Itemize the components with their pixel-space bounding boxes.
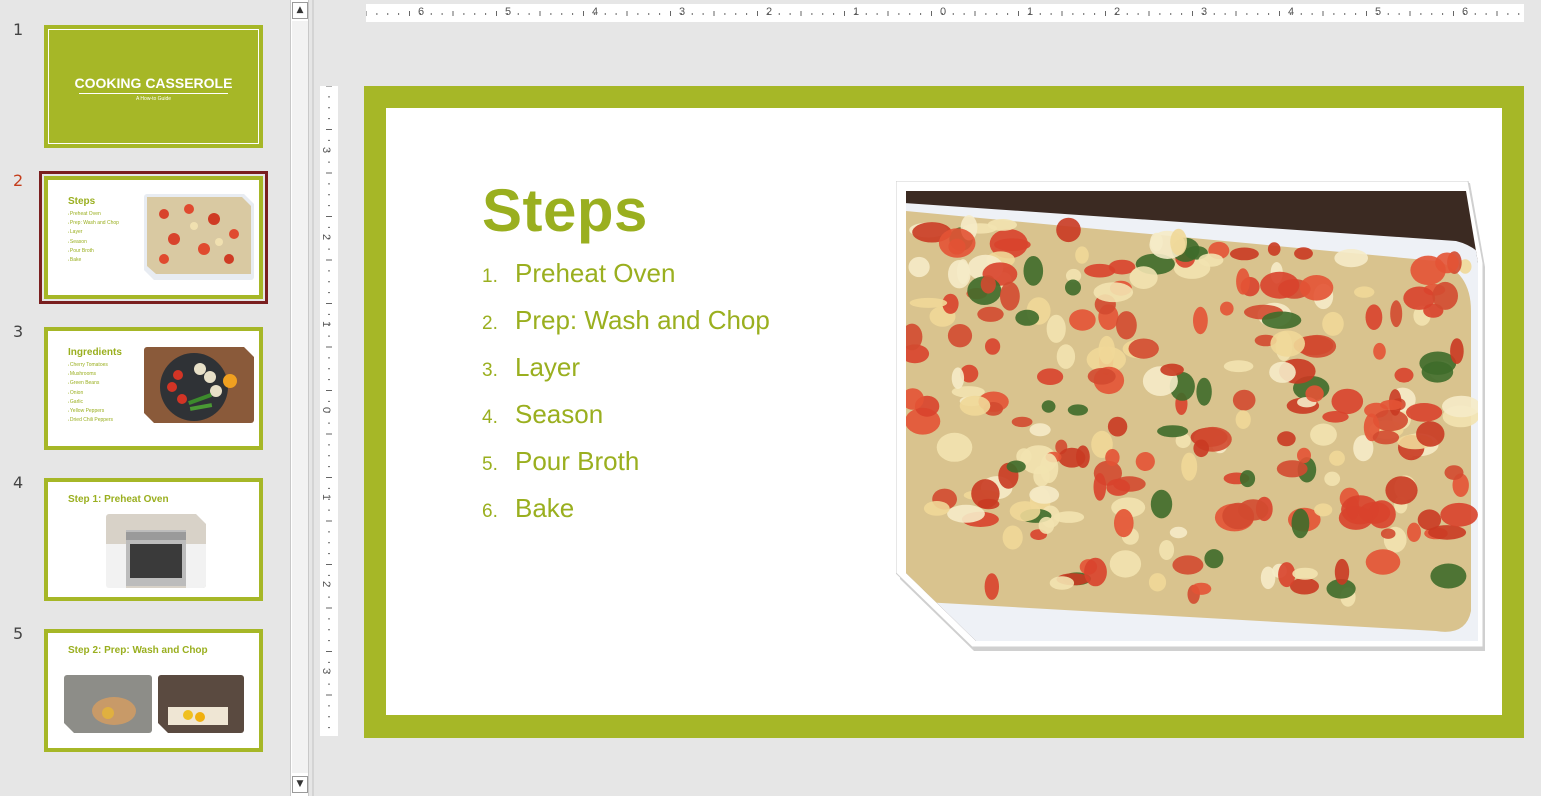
slide-number-1: 1 xyxy=(13,20,24,39)
slide-thumbnail-4[interactable]: Step 1: Preheat Oven xyxy=(44,478,263,601)
list-item: 1. Preheat Oven xyxy=(482,258,770,305)
list-item: Onion xyxy=(68,389,113,398)
list-number: 1. xyxy=(482,266,498,287)
list-number: 4. xyxy=(482,407,498,428)
list-number: 5. xyxy=(482,454,498,475)
list-item: Dried Chili Peppers xyxy=(68,416,113,425)
list-text: Pour Broth xyxy=(515,446,640,476)
list-item: 5. Pour Broth xyxy=(482,446,770,493)
list-item: Season xyxy=(68,238,119,247)
slide-thumbnail-5[interactable]: Step 2: Prep: Wash and Chop xyxy=(44,629,263,752)
scroll-down-button[interactable]: ▼ xyxy=(292,776,308,793)
ruler-label: 1 xyxy=(320,493,333,501)
ruler-label: 3 xyxy=(320,667,333,675)
steps-list[interactable]: 1. Preheat Oven 2. Prep: Wash and Chop 3. L… xyxy=(482,258,770,540)
list-item: Pour Broth xyxy=(68,247,119,256)
list-item: Cherry Tomatoes xyxy=(68,361,113,370)
list-text: Prep: Wash and Chop xyxy=(515,305,770,335)
list-item: 2. Prep: Wash and Chop xyxy=(482,305,770,352)
ruler-label: 2 xyxy=(320,580,333,588)
list-item: Prep: Wash and Chop xyxy=(68,219,119,228)
thumb-title: Steps xyxy=(68,196,96,207)
casserole-photo[interactable] xyxy=(896,181,1487,651)
thumb-title: Ingredients xyxy=(68,347,122,358)
list-item: 4. Season xyxy=(482,399,770,446)
ruler-label: 1 xyxy=(853,6,860,18)
thumb-bullet-list: Cherry Tomatoes Mushrooms Green Beans On… xyxy=(68,361,113,425)
ruler-label: 0 xyxy=(940,6,947,18)
casserole-thumb-image xyxy=(144,194,254,280)
ruler-label: 2 xyxy=(766,6,773,18)
slide-number-4: 4 xyxy=(13,473,24,492)
list-item: Preheat Oven xyxy=(68,210,119,219)
list-item: Green Beans xyxy=(68,379,113,388)
ruler-label: 3 xyxy=(1201,6,1208,18)
arrow-down-icon: ▼ xyxy=(296,779,304,789)
scroll-up-button[interactable]: ▲ xyxy=(292,2,308,19)
thumb-subtitle: A How-to Guide xyxy=(135,96,172,102)
list-item: Bake xyxy=(68,256,119,265)
ruler-label: 4 xyxy=(1288,6,1295,18)
slide-thumbnail-2[interactable]: Steps Preheat Oven Prep: Wash and Chop L… xyxy=(39,171,268,304)
slide-title[interactable]: Steps xyxy=(482,176,648,245)
list-text: Preheat Oven xyxy=(515,258,676,288)
pane-divider[interactable] xyxy=(312,0,314,796)
list-number: 6. xyxy=(482,501,498,522)
list-text: Bake xyxy=(515,493,575,523)
thumb-bullet-list: Preheat Oven Prep: Wash and Chop Layer S… xyxy=(68,210,119,265)
slide-thumbnail-1[interactable]: COOKING CASSEROLE A How-to Guide xyxy=(44,25,263,148)
oven-thumb-image xyxy=(106,514,206,588)
thumb-title: Step 1: Preheat Oven xyxy=(68,494,169,505)
slide-number-2: 2 xyxy=(13,171,24,190)
ruler-label: 1 xyxy=(320,320,333,328)
slide-canvas[interactable]: Steps 1. Preheat Oven 2. Prep: Wash and Ch… xyxy=(364,86,1524,738)
title-underline xyxy=(79,93,228,94)
ingredients-thumb-image xyxy=(144,347,254,423)
ruler-label: 5 xyxy=(505,6,512,18)
list-item: 6. Bake xyxy=(482,493,770,540)
slide-content-area: Steps 1. Preheat Oven 2. Prep: Wash and Ch… xyxy=(386,108,1502,715)
ruler-label: 2 xyxy=(1114,6,1121,18)
title-slide-preview: COOKING CASSEROLE A How-to Guide xyxy=(48,29,259,144)
list-item: 3. Layer xyxy=(482,352,770,399)
thumbnail-scrollbar[interactable]: ▲ ▼ xyxy=(290,0,309,796)
list-item: Yellow Peppers xyxy=(68,407,113,416)
scroll-track[interactable] xyxy=(292,21,308,773)
steps-slide-preview: Steps Preheat Oven Prep: Wash and Chop L… xyxy=(48,180,259,295)
list-item: Garlic xyxy=(68,398,113,407)
ruler-label: 6 xyxy=(1462,6,1469,18)
horizontal-ruler: 6 5 4 3 2 1 0 1 2 3 4 5 6 xyxy=(366,4,1524,22)
ingredients-slide-preview: Ingredients Cherry Tomatoes Mushrooms Gr… xyxy=(48,331,259,446)
slide-number-5: 5 xyxy=(13,624,24,643)
list-number: 3. xyxy=(482,360,498,381)
thumb-title: COOKING CASSEROLE xyxy=(74,75,233,91)
arrow-up-icon: ▲ xyxy=(296,5,304,15)
ruler-label: 0 xyxy=(320,406,333,414)
chopping-thumb-image xyxy=(158,675,244,733)
list-number: 2. xyxy=(482,313,498,334)
ruler-label: 3 xyxy=(320,146,333,154)
ruler-label: 5 xyxy=(1375,6,1382,18)
slide-thumbnail-pane: 1 COOKING CASSEROLE A How-to Guide 2 Ste… xyxy=(0,0,290,796)
thumb-title: Step 2: Prep: Wash and Chop xyxy=(68,645,208,656)
ruler-label: 6 xyxy=(418,6,425,18)
list-item: Layer xyxy=(68,228,119,237)
ruler-label: 4 xyxy=(592,6,599,18)
list-text: Season xyxy=(515,399,604,429)
list-text: Layer xyxy=(515,352,581,382)
slide-number-3: 3 xyxy=(13,322,24,341)
ruler-label: 1 xyxy=(1027,6,1034,18)
list-item: Mushrooms xyxy=(68,370,113,379)
ruler-label: 2 xyxy=(320,233,333,241)
prep-slide-preview: Step 2: Prep: Wash and Chop xyxy=(48,633,259,748)
ruler-label: 3 xyxy=(679,6,686,18)
washing-thumb-image xyxy=(64,675,152,733)
slide-thumbnail-3[interactable]: Ingredients Cherry Tomatoes Mushrooms Gr… xyxy=(44,327,263,450)
vertical-ruler: 3 2 1 0 1 2 3 xyxy=(320,86,338,736)
preheat-slide-preview: Step 1: Preheat Oven xyxy=(48,482,259,597)
